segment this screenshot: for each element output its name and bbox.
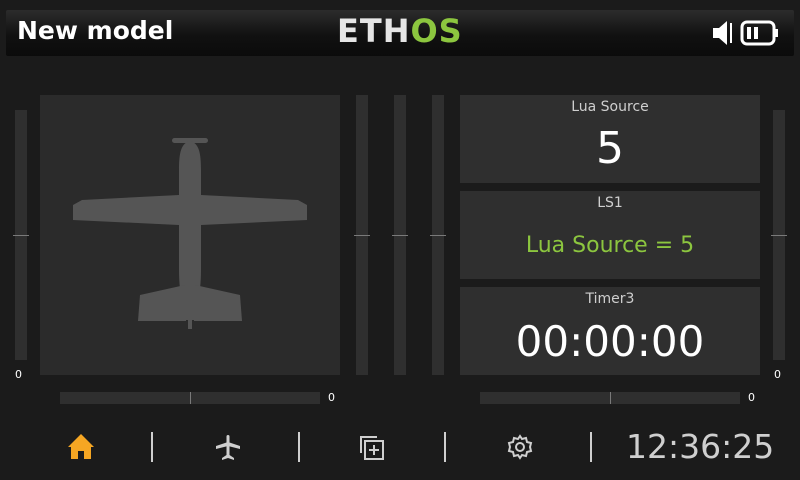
left-horizontal-trim-value: 0 [328, 391, 335, 404]
model-image-panel[interactable] [40, 95, 340, 375]
displays-icon[interactable] [359, 432, 389, 466]
left-vertical-trim[interactable] [13, 110, 29, 360]
widget-title: Lua Source [571, 99, 649, 115]
trim-center-mark [190, 392, 191, 404]
right-vertical-trim[interactable] [771, 110, 787, 360]
left-vertical-trim-value: 0 [15, 368, 22, 381]
widget-value: 00:00:00 [515, 317, 705, 366]
nav-divider [151, 432, 153, 462]
widget-value: 5 [596, 123, 624, 174]
right-horizontal-trim[interactable] [480, 392, 740, 404]
widget-ls1[interactable]: LS1 Lua Source = 5 [460, 191, 760, 279]
trim-center-mark [13, 235, 29, 236]
slider-2[interactable] [392, 95, 408, 375]
slider-1[interactable] [354, 95, 370, 375]
settings-icon[interactable] [505, 432, 535, 466]
left-horizontal-trim[interactable] [60, 392, 320, 404]
top-bar: New model ETHOS [0, 0, 800, 62]
nav-divider [590, 432, 592, 462]
airplane-silhouette-icon [73, 138, 307, 329]
logo-text-eth: ETH [337, 12, 411, 50]
model-name[interactable]: New model [17, 16, 173, 45]
widget-title: Timer3 [585, 291, 635, 307]
clock: 12:36:25 [626, 427, 775, 466]
widget-value: Lua Source = 5 [525, 233, 695, 258]
battery-icon[interactable] [740, 20, 780, 50]
right-vertical-trim-value: 0 [774, 368, 781, 381]
slider-3[interactable] [430, 95, 446, 375]
widget-lua-source[interactable]: Lua Source 5 [460, 95, 760, 183]
right-horizontal-trim-value: 0 [748, 391, 755, 404]
speaker-icon[interactable] [712, 20, 736, 50]
nav-divider [298, 432, 300, 462]
logo-text-os: OS [410, 12, 463, 50]
trim-center-mark [771, 235, 787, 236]
trim-center-mark [610, 392, 611, 404]
home-icon[interactable] [66, 432, 96, 466]
ethos-logo: ETHOS [337, 12, 463, 50]
slider-center-mark [392, 235, 408, 236]
widget-timer3[interactable]: Timer3 00:00:00 [460, 287, 760, 375]
nav-divider [444, 432, 446, 462]
slider-center-mark [430, 235, 446, 236]
widget-title: LS1 [597, 195, 623, 211]
airplane-icon[interactable] [213, 432, 243, 466]
slider-center-mark [354, 235, 370, 236]
